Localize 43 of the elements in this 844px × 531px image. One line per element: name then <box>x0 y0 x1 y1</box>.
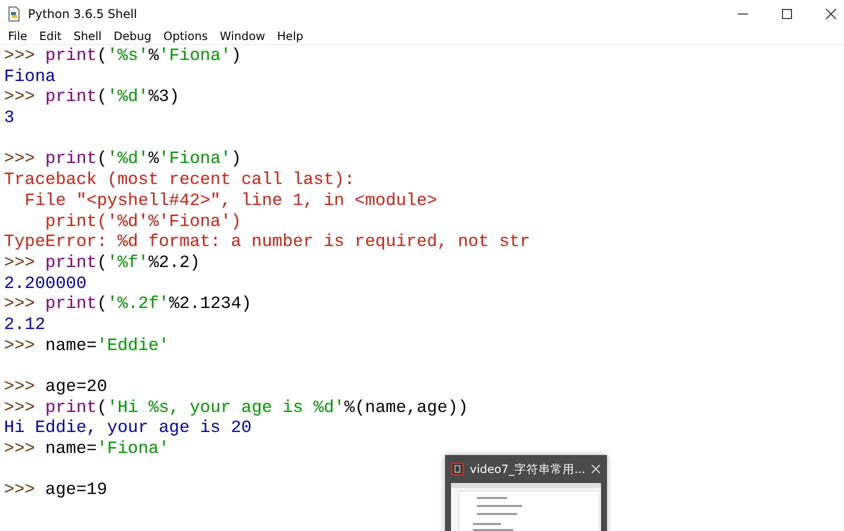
prompt: >>> <box>4 398 36 420</box>
error-line: File "<pyshell#42>", line 1, in <module> <box>24 192 438 212</box>
code-line: name='Eddie' <box>45 336 170 358</box>
error-line: Traceback (most recent call last): <box>4 171 355 192</box>
output-line: Fiona <box>4 68 56 88</box>
python-file-icon <box>6 6 22 22</box>
menu-item[interactable]: Shell <box>68 28 108 42</box>
menu-item[interactable]: Edit <box>33 28 68 42</box>
output-line: 2.12 <box>4 316 46 337</box>
menu-item[interactable]: Debug <box>108 28 158 42</box>
code-line: age=19 <box>45 481 108 502</box>
prompt: >>> <box>4 378 36 399</box>
close-icon[interactable] <box>824 6 838 20</box>
app-icon <box>451 461 464 477</box>
code-line: name='Fiona' <box>45 440 170 461</box>
code-line: print('%.2f'%2.1234) <box>45 295 252 316</box>
prompt: >>> <box>4 295 36 316</box>
code-line: print('%f'%2.2) <box>45 254 200 275</box>
output-line: 3 <box>4 109 14 130</box>
menu-item[interactable]: Options <box>157 28 214 42</box>
window-preview[interactable]: video7_字符串常用... <box>445 455 607 531</box>
menu-item[interactable]: File <box>2 28 34 42</box>
output-line: Hi Eddie, your age is 20 <box>4 419 252 440</box>
menu-item[interactable]: Help <box>271 28 310 42</box>
code-line: age=20 <box>45 378 108 399</box>
prompt: >>> <box>4 336 36 358</box>
prompt: >>> <box>4 481 36 502</box>
window-title: Python 3.6.5 Shell <box>28 6 138 20</box>
preview-title: video7_字符串常用... <box>470 462 586 476</box>
prompt: >>> <box>4 150 36 172</box>
output-line: 2.200000 <box>4 274 87 296</box>
code-line: print('%s'%'Fiona') <box>45 47 242 68</box>
prompt: >>> <box>4 47 36 68</box>
code-line: print('%d'%3) <box>45 88 180 110</box>
prompt: >>> <box>4 440 36 461</box>
error-line: TypeError: %d format: a number is required, not str <box>4 233 530 254</box>
menu-item[interactable]: Window <box>214 28 272 42</box>
code-line: print('%d'%'Fiona') <box>45 150 242 172</box>
error-line: print('%d'%'Fiona') <box>44 212 242 234</box>
maximize-icon[interactable] <box>780 6 794 20</box>
prompt: >>> <box>4 254 36 275</box>
prompt: >>> <box>4 88 36 110</box>
code-line: print('Hi %s, your age is %d'%(name,age)) <box>45 398 468 420</box>
